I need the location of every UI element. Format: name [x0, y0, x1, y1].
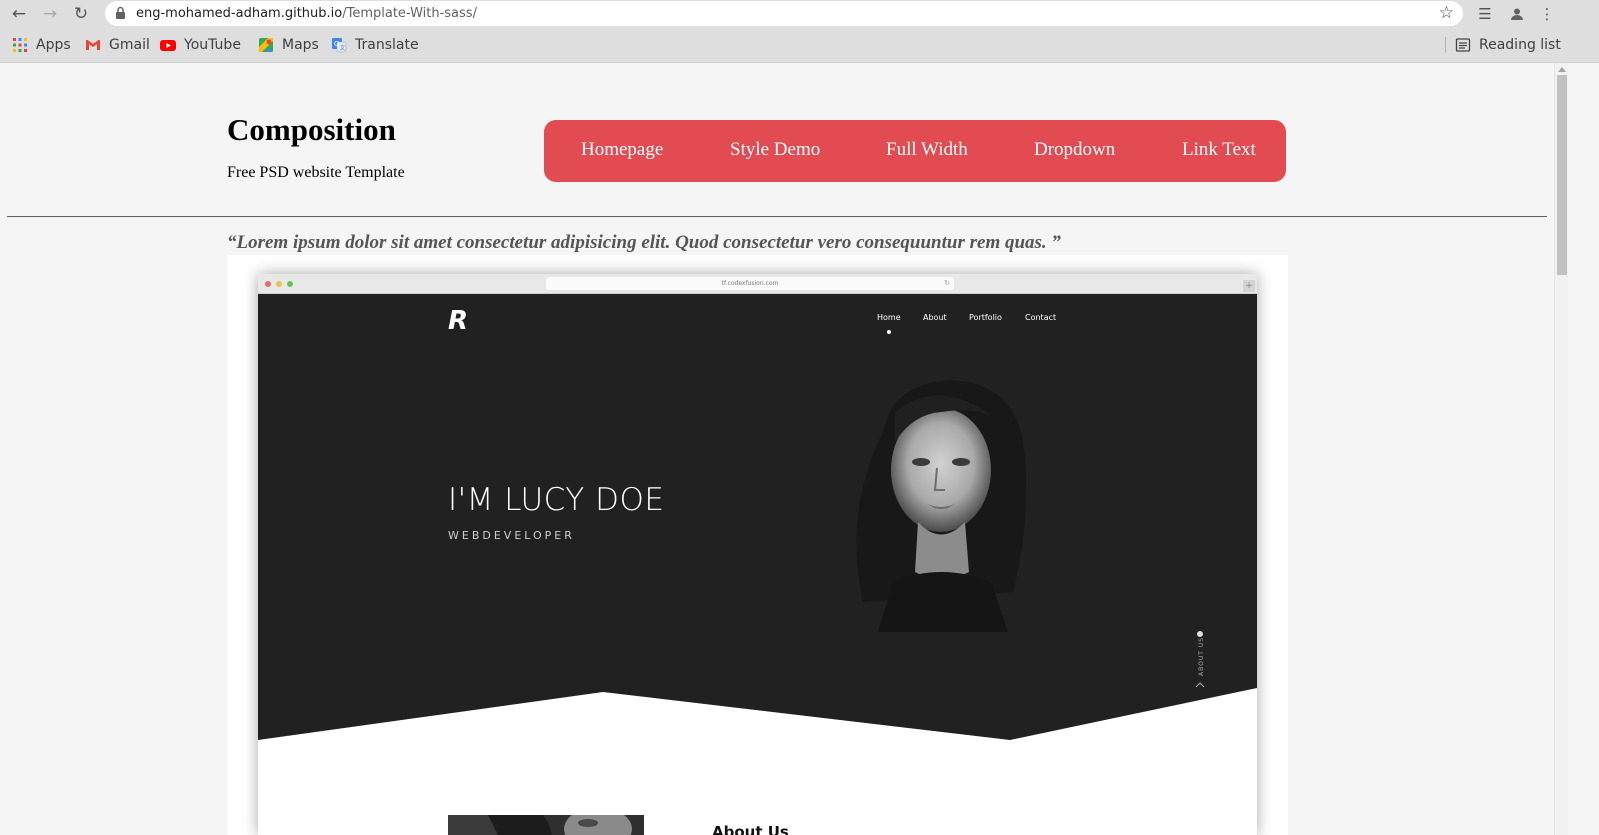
mock-hero-subtitle: WEBDEVELOPER — [448, 529, 575, 542]
mock-nav-active-dot — [887, 330, 891, 334]
nav-link-style-demo[interactable]: Style Demo — [730, 139, 820, 161]
scroll-up-arrow-icon[interactable] — [1558, 67, 1566, 72]
url-domain: eng-mohamed-adham.github.io — [136, 6, 343, 21]
main-navigation: Homepage Style Demo Full Width Dropdown … — [544, 120, 1286, 182]
svg-text:文: 文 — [340, 44, 346, 52]
translate-icon: G文 — [332, 38, 347, 53]
mock-new-tab-icon: + — [1243, 280, 1255, 292]
address-bar[interactable]: eng-mohamed-adham.github.io/Template-Wit… — [105, 1, 1463, 26]
mock-logo: R — [448, 306, 469, 336]
bookmark-label: Gmail — [109, 37, 150, 53]
mock-url-bar: tf.codexfusion.com ↻ — [546, 277, 954, 290]
mock-nav-portfolio: Portfolio — [969, 313, 1002, 322]
mock-nav-contact: Contact — [1025, 313, 1057, 322]
mock-about-title: About Us — [712, 823, 789, 835]
gmail-icon — [86, 40, 100, 50]
bookmark-star-icon[interactable]: ☆ — [1439, 4, 1454, 23]
mock-hero-background — [258, 294, 1257, 740]
mock-nav-home: Home — [877, 313, 901, 322]
mock-hero-title: I'M LUCY DOE — [448, 482, 665, 518]
bookmarks-separator — [1445, 37, 1446, 53]
page-scrollbar[interactable] — [1554, 63, 1568, 835]
about-thumbnail-image — [448, 815, 644, 835]
youtube-icon — [160, 40, 176, 51]
bookmark-label: Translate — [355, 37, 419, 53]
reading-list-icon — [1455, 38, 1471, 52]
mock-side-label: ABOUT US — [1198, 636, 1205, 676]
menu-kebab-icon[interactable]: ⋮ — [1536, 3, 1558, 25]
header-divider — [7, 216, 1547, 217]
scrollbar-thumb[interactable] — [1557, 75, 1567, 275]
mock-close-dot — [265, 281, 271, 287]
browser-toolbar: ← → ↻ eng-mohamed-adham.github.io/Templa… — [0, 0, 1599, 27]
media-control-icon[interactable]: ☰ — [1474, 3, 1496, 25]
nav-link-full-width[interactable]: Full Width — [886, 139, 968, 161]
mock-hero: R Home About Portfolio Contact I'M LUCY … — [258, 294, 1257, 835]
bookmarks-bar: Apps Gmail YouTube Maps G文 Translate Rea… — [0, 27, 1599, 63]
site-tagline: Free PSD website Template — [227, 164, 405, 181]
reading-list-label: Reading list — [1479, 37, 1561, 53]
mock-minimize-dot — [276, 281, 282, 287]
bookmark-maps[interactable]: Maps — [258, 36, 319, 54]
apps-grid-icon — [13, 38, 27, 52]
maps-icon — [259, 38, 273, 52]
mock-browser-bar: tf.codexfusion.com ↻ + — [258, 274, 1257, 294]
nav-link-homepage[interactable]: Homepage — [581, 139, 663, 161]
right-gutter — [1568, 63, 1599, 835]
nav-link-link-text[interactable]: Link Text — [1182, 139, 1256, 161]
back-icon[interactable]: ← — [8, 3, 30, 25]
bookmark-apps[interactable]: Apps — [12, 36, 71, 54]
url-text: eng-mohamed-adham.github.io/Template-Wit… — [136, 6, 477, 21]
mock-maximize-dot — [287, 281, 293, 287]
bookmark-label: Maps — [282, 37, 319, 53]
bookmark-label: Apps — [36, 37, 71, 53]
mock-refresh-icon: ↻ — [944, 279, 950, 287]
lock-icon — [116, 6, 125, 19]
profile-icon[interactable] — [1506, 3, 1528, 25]
mock-url-text: tf.codexfusion.com — [721, 280, 779, 287]
template-preview-image: tf.codexfusion.com ↻ + R Home About Portf… — [258, 274, 1257, 835]
forward-icon[interactable]: → — [39, 3, 61, 25]
portrait-image — [856, 380, 1027, 632]
bookmark-translate[interactable]: G文 Translate — [331, 36, 419, 54]
quote-text: “Lorem ipsum dolor sit amet consectetur … — [227, 232, 1061, 253]
site-title: Composition — [227, 112, 396, 147]
bookmark-label: YouTube — [184, 37, 241, 53]
url-path: /Template-With-sass/ — [342, 6, 477, 21]
bookmark-youtube[interactable]: YouTube — [160, 36, 241, 54]
bookmark-gmail[interactable]: Gmail — [85, 36, 150, 54]
nav-link-dropdown[interactable]: Dropdown — [1034, 139, 1115, 161]
reading-list-button[interactable]: Reading list — [1455, 36, 1561, 54]
reload-icon[interactable]: ↻ — [70, 3, 92, 25]
mock-nav-about: About — [923, 313, 947, 322]
